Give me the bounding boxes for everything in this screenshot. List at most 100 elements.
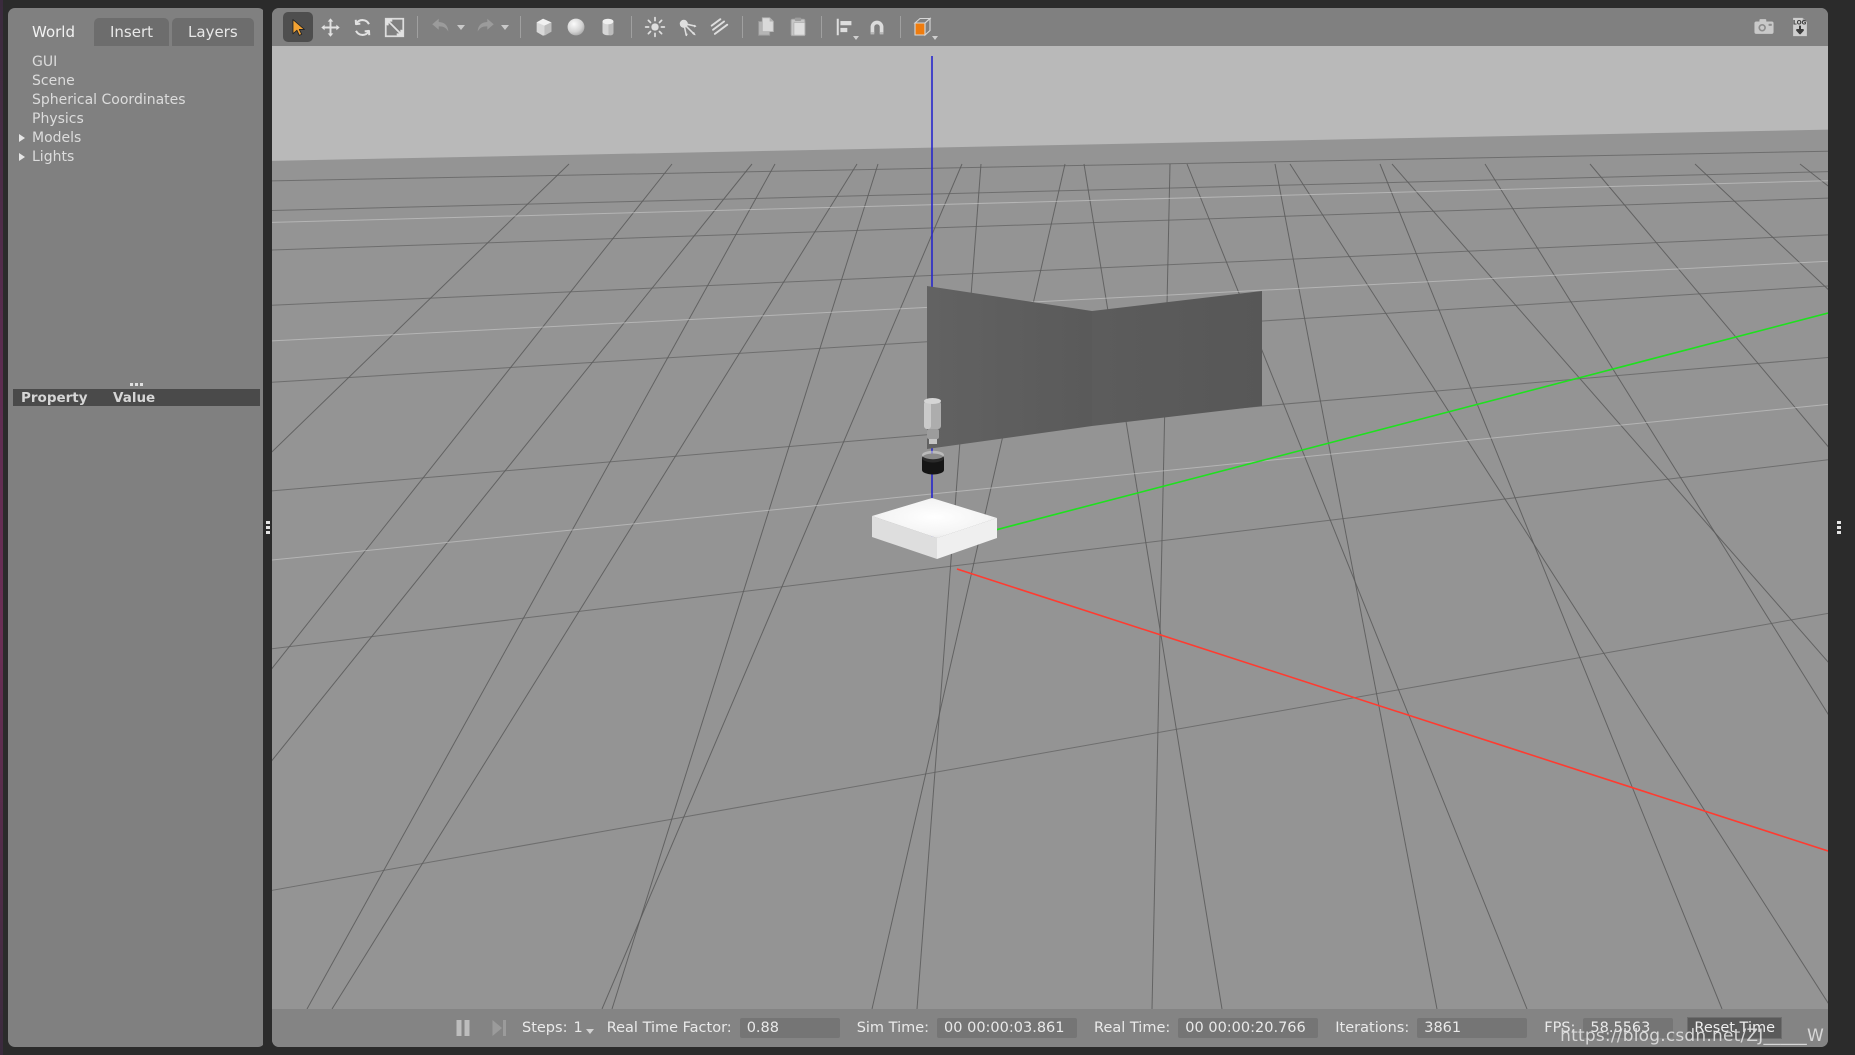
tree-item-spherical-coordinates[interactable]: Spherical Coordinates	[8, 90, 265, 109]
tree-item-spherical-coordinates-label: Spherical Coordinates	[32, 91, 186, 108]
grid-rows	[272, 150, 1828, 891]
tree-item-gui-label: GUI	[32, 53, 58, 70]
window-left-accent	[0, 0, 3, 1055]
undo-button[interactable]	[426, 12, 456, 42]
x-axis-line	[956, 568, 1828, 852]
tree-item-models-label: Models	[32, 129, 82, 146]
view-angle-button[interactable]	[909, 12, 939, 42]
tab-insert-label: Insert	[110, 23, 154, 41]
toolbar-separator-5	[821, 16, 822, 38]
steps-label: Steps:	[522, 1020, 568, 1036]
align-icon	[836, 18, 852, 36]
translate-icon	[320, 17, 340, 37]
twisty-placeholder-spherical	[16, 93, 30, 107]
toolbar-separator-2	[520, 16, 521, 38]
rotate-icon	[354, 18, 370, 36]
spot-light-icon	[679, 19, 697, 37]
real-time-value: 00 00:00:20.766	[1178, 1018, 1319, 1038]
expand-arrow-icon-lights[interactable]	[16, 150, 30, 164]
redo-icon	[477, 18, 494, 32]
gazebo-window: World Insert Layers GUI Scene Spherical …	[0, 0, 1855, 1055]
toolbar-separator-1	[417, 16, 418, 38]
tab-world-label: World	[32, 23, 75, 41]
steps-value: 1	[573, 1020, 583, 1036]
redo-history-button[interactable]	[499, 12, 511, 42]
scale-mode-button[interactable]	[379, 12, 409, 42]
insert-box-button[interactable]	[529, 12, 559, 42]
directional-light-button[interactable]	[704, 12, 734, 42]
tree-item-lights[interactable]: Lights	[8, 147, 265, 166]
point-light-button[interactable]	[640, 12, 670, 42]
expand-arrow-icon-models[interactable]	[16, 131, 30, 145]
directional-light-icon	[710, 18, 729, 35]
copy-button[interactable]	[751, 12, 781, 42]
box-icon	[536, 18, 552, 36]
render-toolbar: LOG	[272, 8, 1828, 46]
iterations-label: Iterations:	[1335, 1020, 1410, 1036]
paste-button[interactable]	[783, 12, 813, 42]
tab-layers[interactable]: Layers	[172, 18, 254, 46]
tree-item-scene-label: Scene	[32, 72, 75, 89]
tree-item-scene[interactable]: Scene	[8, 71, 265, 90]
value-column-header: Value	[113, 389, 156, 406]
insert-sphere-button[interactable]	[561, 12, 591, 42]
spot-light-button[interactable]	[672, 12, 702, 42]
step-button[interactable]	[484, 1019, 514, 1037]
left-panel-tabbar: World Insert Layers	[16, 16, 254, 46]
cylinder-icon	[602, 18, 614, 36]
white-plate-object	[872, 498, 997, 559]
splitter-grip-icon	[129, 383, 144, 386]
toolbar-separator-6	[900, 16, 901, 38]
twisty-placeholder-gui	[16, 55, 30, 69]
tree-item-models[interactable]: Models	[8, 128, 265, 147]
insert-cylinder-button[interactable]	[593, 12, 623, 42]
right-vertical-splitter[interactable]	[1834, 0, 1844, 1055]
undo-history-button[interactable]	[455, 12, 467, 42]
real-time-factor-label: Real Time Factor:	[606, 1020, 732, 1036]
magnet-icon	[870, 20, 884, 35]
black-puck-object	[922, 450, 944, 475]
tree-item-gui[interactable]: GUI	[8, 52, 265, 71]
toolbar-separator-3	[631, 16, 632, 38]
step-forward-icon	[492, 1020, 506, 1036]
world-tree: GUI Scene Spherical Coordinates Physics …	[8, 46, 265, 166]
grid-lines-b	[272, 163, 1828, 1009]
redo-button[interactable]	[470, 12, 500, 42]
tree-item-physics[interactable]: Physics	[8, 109, 265, 128]
steps-dropdown-caret-icon[interactable]	[583, 1019, 597, 1037]
undo-icon	[432, 18, 449, 32]
panel-splitter-handle[interactable]	[8, 380, 265, 389]
pause-button[interactable]	[448, 1019, 478, 1037]
select-mode-button[interactable]	[283, 12, 313, 42]
scale-icon	[384, 17, 404, 37]
translate-mode-button[interactable]	[315, 12, 345, 42]
copy-icon	[758, 17, 774, 36]
svg-text:LOG: LOG	[1793, 20, 1807, 26]
rotate-mode-button[interactable]	[347, 12, 377, 42]
align-dropdown-caret-icon[interactable]	[853, 36, 859, 40]
pause-icon	[456, 1020, 470, 1036]
twisty-placeholder-physics	[16, 112, 30, 126]
tree-item-physics-label: Physics	[32, 110, 84, 127]
snap-button[interactable]	[862, 12, 892, 42]
cursor-arrow-icon	[292, 18, 305, 36]
tab-insert[interactable]: Insert	[94, 18, 170, 46]
tab-world[interactable]: World	[16, 18, 91, 46]
tree-item-lights-label: Lights	[32, 148, 75, 165]
simulation-status-bar: Steps: 1 Real Time Factor: 0.88 Sim Time…	[272, 1009, 1828, 1047]
3d-viewport[interactable]	[272, 46, 1828, 1009]
sim-time-label: Sim Time:	[856, 1020, 930, 1036]
tab-layers-label: Layers	[188, 23, 238, 41]
view-angle-dropdown-caret-icon[interactable]	[932, 36, 938, 40]
toolbar-separator-4	[742, 16, 743, 38]
align-button[interactable]	[830, 12, 860, 42]
iterations-value: 3861	[1417, 1018, 1528, 1038]
real-time-factor-value: 0.88	[739, 1018, 840, 1038]
screenshot-button[interactable]	[1749, 12, 1779, 42]
toolbar-right-group: LOG	[1748, 8, 1816, 46]
grid-lines-a	[272, 163, 1828, 1009]
log-record-button[interactable]: LOG	[1785, 12, 1815, 42]
real-time-label: Real Time:	[1094, 1020, 1171, 1036]
sim-time-value: 00 00:00:03.861	[937, 1018, 1078, 1038]
camera-icon	[1754, 19, 1774, 34]
